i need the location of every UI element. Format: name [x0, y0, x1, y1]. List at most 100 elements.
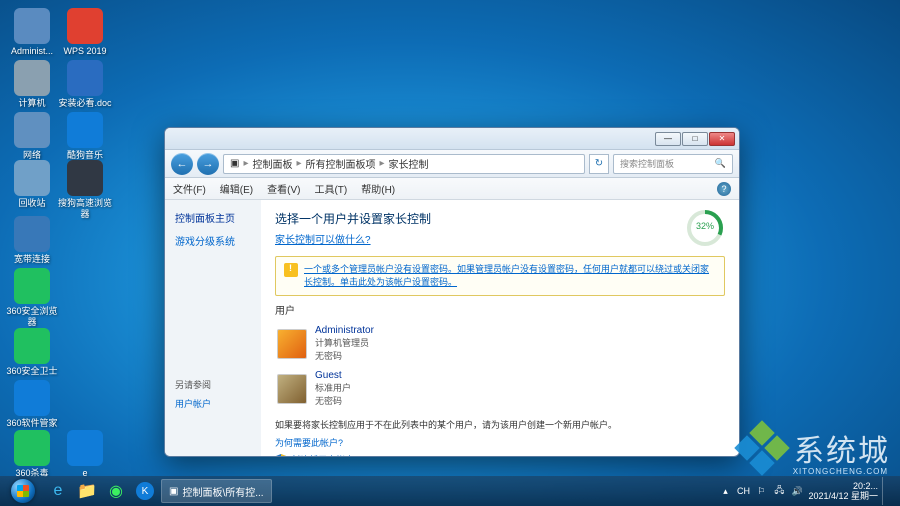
taskbar-ie-icon[interactable]: e — [45, 479, 71, 503]
create-account-label: 创建新用户帐户 — [291, 453, 354, 456]
titlebar[interactable]: — □ ✕ — [165, 128, 739, 150]
app-icon — [14, 8, 50, 44]
start-orb-icon — [11, 479, 35, 503]
task-label: 控制面板\所有控... — [182, 484, 263, 499]
donut-percent: 32% — [685, 221, 725, 231]
desktop-icon[interactable]: 搜狗高速浏览器 — [58, 160, 112, 220]
tray-flag-icon[interactable]: ⚐ — [754, 484, 768, 498]
breadcrumb-icon: ▣ — [230, 158, 239, 169]
watermark: 系统城 — [738, 424, 890, 472]
menubar: 文件(F) 编辑(E) 查看(V) 工具(T) 帮助(H) ? — [165, 178, 739, 200]
user-role: 计算机管理员 — [315, 336, 374, 349]
taskbar: e 📁 ◉ K ▣ 控制面板\所有控... ▴ CH ⚐ 🖧 🔊 20:2...… — [0, 476, 900, 506]
icon-label: 360软件管家 — [5, 418, 59, 429]
user-pw: 无密码 — [315, 349, 374, 362]
user-role: 标准用户 — [315, 381, 351, 394]
menu-view[interactable]: 查看(V) — [267, 181, 300, 196]
desktop-icon[interactable]: 计算机 — [5, 60, 59, 109]
app-icon — [14, 60, 50, 96]
menu-file[interactable]: 文件(F) — [173, 181, 206, 196]
desktop-icon[interactable]: 回收站 — [5, 160, 59, 209]
nav-toolbar: ← → ▣ ▸ 控制面板 ▸ 所有控制面板项 ▸ 家长控制 ↻ 搜索控制面板 🔍 — [165, 150, 739, 178]
warning-text[interactable]: 一个或多个管理员帐户没有设置密码。如果管理员帐户没有设置密码，任何用户就都可以绕… — [304, 264, 709, 287]
desktop-icon[interactable]: 酷狗音乐 — [58, 112, 112, 161]
minimize-button[interactable]: — — [655, 132, 681, 146]
warning-icon — [284, 263, 298, 277]
breadcrumb-leaf[interactable]: 家长控制 — [389, 156, 429, 171]
create-account-link[interactable]: 创建新用户帐户 — [275, 453, 725, 456]
warning-banner[interactable]: 一个或多个管理员帐户没有设置密码。如果管理员帐户没有设置密码，任何用户就都可以绕… — [275, 256, 725, 296]
tray-chevron-icon[interactable]: ▴ — [718, 484, 732, 498]
user-row-administrator[interactable]: Administrator 计算机管理员 无密码 — [275, 321, 725, 366]
back-button[interactable]: ← — [171, 153, 193, 175]
app-icon — [14, 328, 50, 364]
search-placeholder: 搜索控制面板 — [620, 157, 674, 170]
page-title: 选择一个用户并设置家长控制 — [275, 210, 725, 227]
watermark-logo — [738, 424, 786, 472]
app-icon — [14, 430, 50, 466]
taskbar-explorer-icon[interactable]: 📁 — [74, 479, 100, 503]
search-icon: 🔍 — [715, 158, 726, 169]
icon-label: 计算机 — [5, 98, 59, 109]
desktop-icon[interactable]: 安装必看.docx — [58, 60, 112, 120]
app-icon — [14, 160, 50, 196]
icon-label: 360安全浏览器 — [5, 306, 59, 328]
app-icon — [67, 430, 103, 466]
app-icon — [67, 112, 103, 148]
what-can-do-link[interactable]: 家长控制可以做什么? — [275, 235, 371, 246]
breadcrumb[interactable]: ▣ ▸ 控制面板 ▸ 所有控制面板项 ▸ 家长控制 — [223, 154, 585, 174]
sidebar-related-users[interactable]: 用户帐户 — [175, 397, 251, 410]
desktop-icon[interactable]: Administ... — [5, 8, 59, 57]
tray-volume-icon[interactable]: 🔊 — [790, 484, 804, 498]
user-row-guest[interactable]: Guest 标准用户 无密码 — [275, 366, 725, 411]
why-account-link[interactable]: 为何需要此帐户? — [275, 436, 725, 449]
tray-ime[interactable]: CH — [736, 484, 750, 498]
system-tray: ▴ CH ⚐ 🖧 🔊 20:2... 2021/4/12 星期一 — [718, 477, 896, 505]
desktop-icon[interactable]: WPS 2019 — [58, 8, 112, 57]
icon-label: Administ... — [5, 46, 59, 57]
sidebar-item-game-rating[interactable]: 游戏分级系统 — [175, 233, 251, 248]
app-icon — [67, 160, 103, 196]
desktop-icon[interactable]: 360安全卫士 — [5, 328, 59, 377]
desktop-icon[interactable]: e — [58, 430, 112, 479]
app-icon — [67, 8, 103, 44]
sidebar-home[interactable]: 控制面板主页 — [175, 210, 251, 225]
user-pw: 无密码 — [315, 394, 351, 407]
app-icon — [14, 268, 50, 304]
tray-clock[interactable]: 20:2... 2021/4/12 星期一 — [808, 481, 878, 501]
search-input[interactable]: 搜索控制面板 🔍 — [613, 154, 733, 174]
avatar-administrator — [277, 329, 307, 359]
sidebar-related-title: 另请参阅 — [175, 378, 251, 391]
forward-button[interactable]: → — [197, 153, 219, 175]
breadcrumb-root[interactable]: 控制面板 — [252, 156, 292, 171]
desktop-icon[interactable]: 宽带连接 — [5, 216, 59, 265]
users-label: 用户 — [275, 302, 725, 317]
menu-help[interactable]: 帮助(H) — [361, 181, 395, 196]
tray-time: 20:2... — [808, 481, 878, 491]
icon-label: 360安全卫士 — [5, 366, 59, 377]
close-button[interactable]: ✕ — [709, 132, 735, 146]
icon-label: WPS 2019 — [58, 46, 112, 57]
taskbar-360-icon[interactable]: ◉ — [103, 479, 129, 503]
menu-tools[interactable]: 工具(T) — [314, 181, 347, 196]
app-icon — [14, 380, 50, 416]
taskbar-kugou-icon[interactable]: K — [132, 479, 158, 503]
desktop-icon[interactable]: 360杀毒 — [5, 430, 59, 479]
refresh-button[interactable]: ↻ — [589, 154, 609, 174]
start-button[interactable] — [4, 478, 42, 504]
desktop-icon[interactable]: 360安全浏览器 — [5, 268, 59, 328]
icon-label: 回收站 — [5, 198, 59, 209]
maximize-button[interactable]: □ — [682, 132, 708, 146]
sidebar: 控制面板主页 游戏分级系统 另请参阅 用户帐户 — [165, 200, 261, 456]
avatar-guest — [277, 374, 307, 404]
taskbar-task-controlpanel[interactable]: ▣ 控制面板\所有控... — [161, 479, 272, 503]
tray-date: 2021/4/12 星期一 — [808, 491, 878, 501]
help-icon[interactable]: ? — [717, 182, 731, 196]
show-desktop-button[interactable] — [882, 477, 892, 505]
breadcrumb-mid[interactable]: 所有控制面板项 — [306, 156, 376, 171]
desktop-icon[interactable]: 360软件管家 — [5, 380, 59, 429]
desktop-icon[interactable]: 网络 — [5, 112, 59, 161]
app-icon — [14, 112, 50, 148]
menu-edit[interactable]: 编辑(E) — [220, 181, 253, 196]
tray-network-icon[interactable]: 🖧 — [772, 484, 786, 498]
